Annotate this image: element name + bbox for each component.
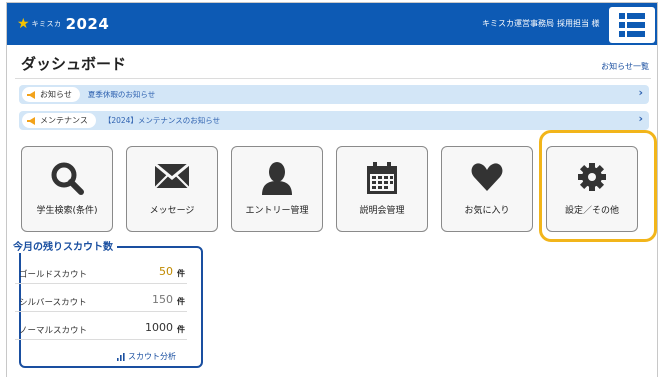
scout-count: 1000 [145,321,173,334]
tile-label: お気に入り [464,206,510,216]
tile-student-search[interactable]: 学生検索(条件) [21,146,113,232]
header-bar: ★ キミスカ 2024 キミスカ運営事務局 採用担当 様 [7,3,657,45]
scout-panel-title: 今月の残りスカウト数 [13,238,117,253]
logo-brand: キミスカ [31,20,62,28]
scout-analysis-link[interactable]: スカウト分析 [117,351,176,362]
megaphone-icon [27,116,35,125]
notice-text: 夏季休暇のお知らせ [87,90,156,99]
tile-seminar-management[interactable]: 説明会管理 [336,146,428,232]
scout-analysis-label: スカウト分析 [128,352,176,361]
tile-label: メッセージ [149,206,195,216]
scout-type: シルバースカウト [19,298,87,308]
notice-tag-label: お知らせ [40,90,72,99]
notice-tag-label: メンテナンス [40,116,88,125]
scout-type: ノーマルスカウト [19,326,88,336]
tile-label: 説明会管理 [359,206,405,216]
notice-row-news[interactable]: お知らせ 夏季休暇のお知らせ › [19,85,649,104]
notice-tag: メンテナンス [22,113,96,128]
scout-count: 150 [152,293,173,306]
page-title: ダッシュボード [21,55,127,73]
tile-label: 学生検索(条件) [36,206,98,216]
megaphone-icon [27,90,35,99]
scout-row-gold: ゴールドスカウト 50 件 [15,259,187,284]
person-icon [262,162,292,195]
calendar-icon [367,162,397,194]
tile-favorites[interactable]: お気に入り [441,146,533,232]
user-name: 採用担当 様 [557,19,600,28]
news-list-link[interactable]: お知らせ一覧 [601,61,649,72]
logo-year: 2024 [65,15,110,33]
highlight-ring [539,130,657,242]
user-organization: キミスカ運営事務局 [482,19,554,28]
tile-entry-management[interactable]: エントリー管理 [231,146,323,232]
app-logo[interactable]: ★ キミスカ 2024 [17,15,109,33]
notice-row-maintenance[interactable]: メンテナンス 【2024】メンテナンスのお知らせ › [19,111,649,130]
scout-unit: 件 [177,297,185,306]
tile-label: エントリー管理 [245,206,309,216]
scout-row-silver: シルバースカウト 150 件 [15,287,187,312]
scout-count: 50 [159,265,173,278]
search-icon [51,162,84,195]
chevron-right-icon: › [638,86,643,99]
app-window: ★ キミスカ 2024 キミスカ運営事務局 採用担当 様 ダッシュボード お知ら… [6,2,658,377]
scout-unit: 件 [177,269,185,278]
menu-button[interactable] [609,7,655,43]
divider [15,78,651,79]
notice-text: 【2024】メンテナンスのお知らせ [103,116,221,125]
notice-tag: お知らせ [22,87,80,102]
mail-icon [154,162,190,189]
tile-messages[interactable]: メッセージ [126,146,218,232]
star-icon: ★ [17,16,30,32]
scout-unit: 件 [177,325,185,334]
scout-type: ゴールドスカウト [19,270,88,280]
bar-chart-icon [117,352,125,361]
chevron-right-icon: › [638,112,643,125]
menu-grid-icon [619,13,645,37]
scout-row-normal: ノーマルスカウト 1000 件 [15,315,187,340]
heart-icon [471,163,503,191]
